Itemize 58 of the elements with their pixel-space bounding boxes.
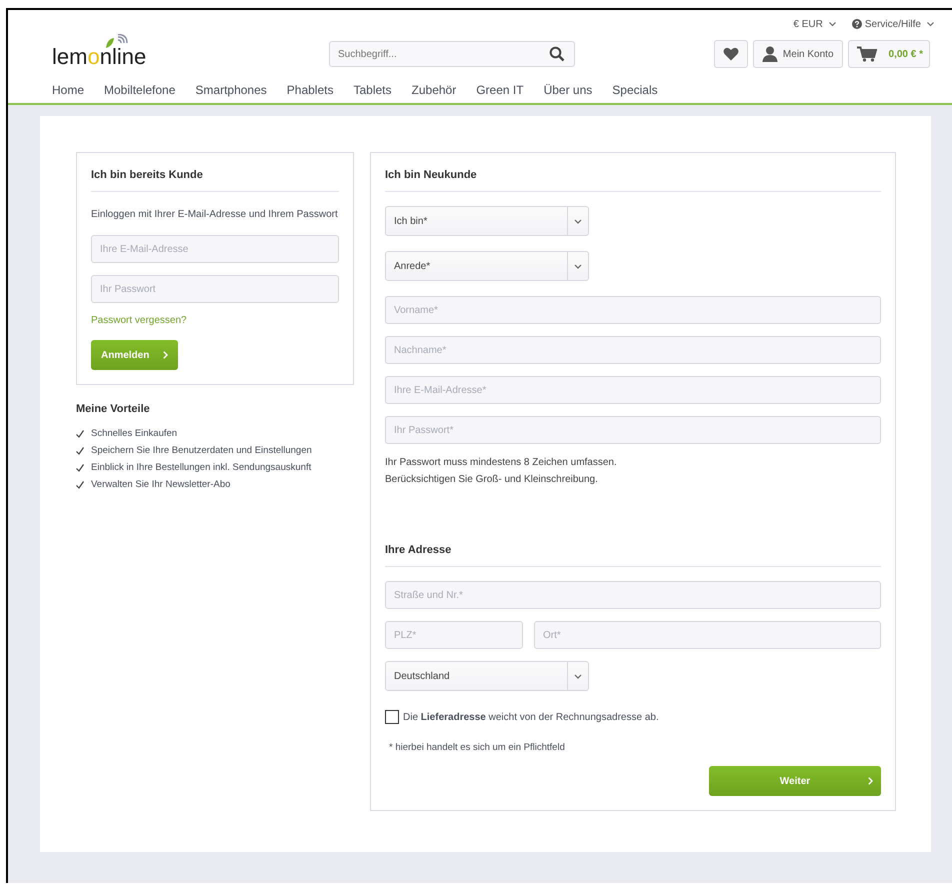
nav-link[interactable]: Tablets <box>353 83 392 97</box>
login-intro: Einloggen mit Ihrer E-Mail-Adresse und Ihrem Passwort <box>91 208 339 222</box>
input-field[interactable]: Ihr Passwort* <box>385 416 881 444</box>
check-icon <box>76 480 84 488</box>
logo[interactable]: lemonline <box>52 38 329 70</box>
password-hint: Berücksichtigen Sie Groß- und Kleinschreibung. <box>385 473 599 487</box>
user-icon <box>762 46 778 62</box>
chevron-right-icon <box>868 777 873 785</box>
benefit-text: Einblick in Ihre Bestellungen inkl. Sendungsauskunft <box>91 461 312 475</box>
nav-link[interactable]: Smartphones <box>195 83 267 97</box>
input-field[interactable]: Ihre E-Mail-Adresse <box>91 235 339 263</box>
chevron-down-icon <box>574 218 582 224</box>
heart-icon <box>722 47 739 61</box>
input-field[interactable]: Ihr Passwort <box>91 275 339 303</box>
checkbox-label: Die Lieferadresse weicht von der Rechnungsadresse ab. <box>403 712 659 722</box>
cart-icon <box>856 46 877 62</box>
panel-title: Ich bin bereits Kunde <box>91 153 339 192</box>
chevron-down-icon <box>574 674 582 678</box>
input-field[interactable]: Nachname* <box>385 336 881 364</box>
chevron-down-icon <box>828 22 836 26</box>
panel-title: Ich bin Neukunde <box>385 153 881 192</box>
help-icon <box>852 19 862 29</box>
select-field[interactable]: Ich bin* <box>385 206 589 236</box>
benefit-text: Speichern Sie Ihre Benutzerdaten und Einstellungen <box>91 444 312 458</box>
search-icon[interactable] <box>549 46 565 62</box>
password-hint: Ihr Passwort muss mindestens 8 Zeichen umfassen. <box>385 456 618 470</box>
input-field[interactable]: Straße und Nr.* <box>385 581 881 609</box>
check-icon <box>76 446 84 454</box>
select-field[interactable]: Anrede* <box>385 251 589 281</box>
nav-link[interactable]: Home <box>52 83 84 97</box>
currency-menu[interactable]: € EUR <box>793 14 836 34</box>
required-note: * hierbei handelt es sich um ein Pflichtfeld <box>389 742 566 753</box>
input-field[interactable]: PLZ* <box>385 621 523 649</box>
input-field[interactable]: Vorname* <box>385 296 881 324</box>
nav-link[interactable]: Phablets <box>286 83 334 97</box>
check-icon <box>76 464 84 472</box>
leaf-wifi-icon <box>104 34 128 50</box>
benefits-title: Meine Vorteile <box>76 403 151 415</box>
chevron-right-icon <box>163 351 168 359</box>
nav-link[interactable]: Zubehör <box>412 83 456 97</box>
account-button[interactable]: Mein Konto <box>752 40 843 68</box>
search-field[interactable]: Suchbegriff... <box>329 41 575 67</box>
benefit-text: Verwalten Sie Ihr Newsletter-Abo <box>91 478 230 492</box>
input-field[interactable]: Ihre E-Mail-Adresse* <box>385 376 881 404</box>
nav-link[interactable]: Über uns <box>544 83 592 97</box>
benefit-text: Schnelles Einkaufen <box>91 427 178 441</box>
nav-link[interactable]: Green IT <box>476 83 524 97</box>
chevron-down-icon <box>927 22 934 26</box>
section-title: Ihre Adresse <box>385 528 881 567</box>
input-field[interactable]: Ort* <box>534 621 881 649</box>
checkbox[interactable] <box>385 710 399 724</box>
wishlist-button[interactable] <box>714 40 748 68</box>
nav-link[interactable]: Specials <box>612 83 658 97</box>
nav-link[interactable]: Mobiltelefone <box>104 83 176 97</box>
service-menu[interactable]: Service/Hilfe <box>852 14 934 34</box>
check-icon <box>76 430 84 438</box>
chevron-down-icon <box>574 264 582 268</box>
select-field[interactable]: Deutschland <box>385 661 589 691</box>
